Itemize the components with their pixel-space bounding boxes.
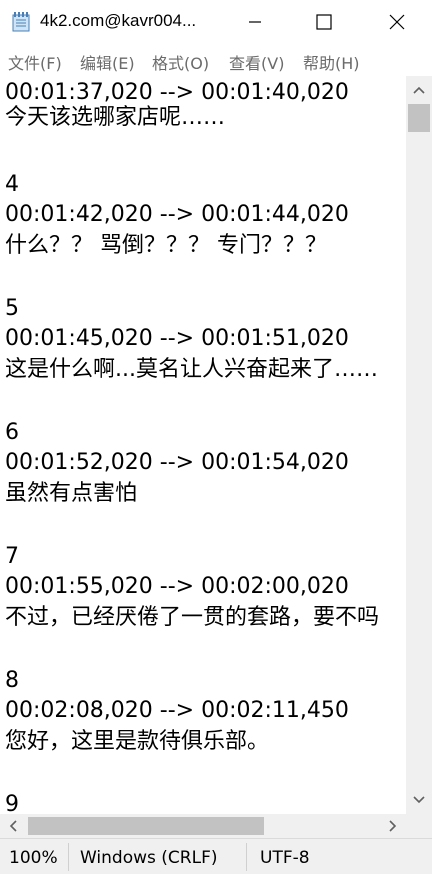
scrollbar-corner	[406, 814, 432, 838]
text-line: 今天该选哪家店呢……	[5, 105, 226, 130]
window-title: 4k2.com@kavr004...	[40, 11, 197, 30]
text-line: 5	[5, 296, 19, 321]
text-line: 00:01:42,020 --> 00:01:44,020	[5, 202, 349, 227]
text-line: 您好，这里是款待俱乐部。	[5, 729, 270, 754]
horizontal-scrollbar[interactable]	[0, 814, 406, 838]
menu-bar: 文件(F) 编辑(E) 格式(O) 查看(V) 帮助(H)	[0, 44, 432, 76]
vertical-scroll-thumb[interactable]	[408, 104, 430, 132]
status-divider	[246, 843, 247, 871]
text-line: 9	[5, 792, 19, 814]
vertical-scrollbar[interactable]	[406, 76, 432, 814]
status-zoom: 100%	[9, 848, 58, 868]
scroll-left-button[interactable]	[0, 814, 26, 838]
text-line: 6	[5, 420, 19, 445]
minimize-button[interactable]	[232, 0, 278, 44]
scroll-right-arrow-icon	[389, 820, 397, 832]
text-line: 00:01:55,020 --> 00:02:00,020	[5, 574, 349, 599]
menu-format[interactable]: 格式(O)	[152, 50, 209, 74]
menu-file[interactable]: 文件(F)	[8, 50, 62, 74]
minimize-icon	[249, 21, 261, 23]
menu-edit[interactable]: 编辑(E)	[80, 50, 135, 74]
maximize-icon	[316, 14, 332, 30]
close-icon	[389, 14, 405, 30]
close-button[interactable]	[374, 0, 420, 44]
text-line: 00:01:52,020 --> 00:01:54,020	[5, 450, 349, 475]
scroll-down-button[interactable]	[406, 786, 432, 814]
text-line: 虽然有点害怕	[5, 481, 138, 506]
menu-help[interactable]: 帮助(H)	[303, 50, 360, 74]
text-line: 4	[5, 172, 19, 197]
scroll-left-arrow-icon	[9, 820, 17, 832]
menu-view[interactable]: 查看(V)	[229, 50, 284, 74]
text-line: 00:02:08,020 --> 00:02:11,450	[5, 698, 349, 723]
title-bar[interactable]: 4k2.com@kavr004...	[0, 0, 432, 44]
text-line: 00:01:45,020 --> 00:01:51,020	[5, 326, 349, 351]
scroll-up-arrow-icon	[413, 86, 425, 94]
text-line: 这是什么啊...莫名让人兴奋起来了……	[5, 357, 378, 382]
status-line-ending: Windows (CRLF)	[80, 848, 218, 868]
scroll-right-button[interactable]	[380, 814, 406, 838]
status-bar: 100% Windows (CRLF) UTF-8	[0, 838, 432, 874]
notepad-icon	[12, 12, 30, 32]
scroll-down-arrow-icon	[413, 796, 425, 804]
text-line: 8	[5, 668, 19, 693]
text-line: 7	[5, 544, 19, 569]
text-editor[interactable]: 00:01:37,020 --> 00:01:40,020 今天该选哪家店呢…… 4…	[0, 76, 406, 814]
maximize-button[interactable]	[301, 0, 347, 44]
status-encoding: UTF-8	[260, 848, 310, 868]
text-line: 不过，已经厌倦了一贯的套路，要不吗	[5, 605, 380, 630]
status-divider	[68, 843, 69, 871]
scroll-up-button[interactable]	[406, 76, 432, 104]
text-line: 什么？？ 骂倒？？？ 专门？？？	[5, 233, 327, 258]
horizontal-scroll-thumb[interactable]	[28, 817, 264, 835]
